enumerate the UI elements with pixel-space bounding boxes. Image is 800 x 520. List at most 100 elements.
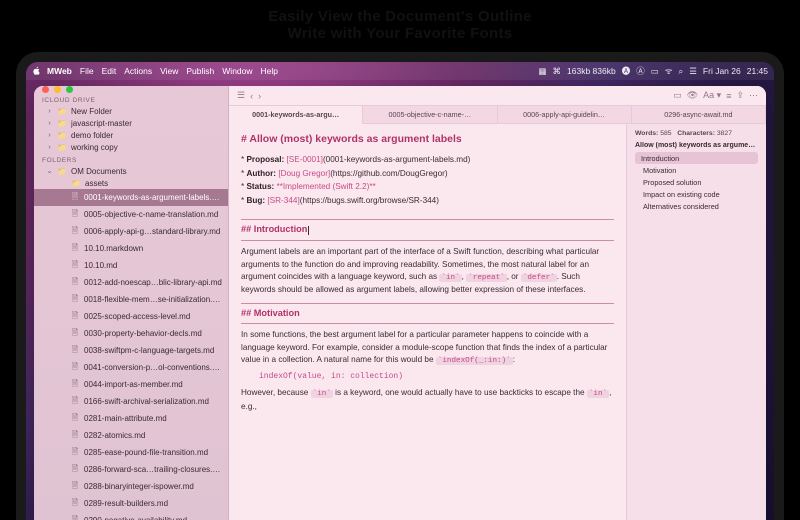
menubar-date[interactable]: Fri Jan 26 [703,66,741,76]
forward-icon[interactable]: › [258,91,261,101]
file-icon: 🗎 [70,344,80,358]
menubar-publish[interactable]: Publish [186,66,214,76]
sidebar-icloud-item[interactable]: ›📁javascript-master [34,117,228,129]
file-icon: 🗎 [70,497,80,511]
sidebar-file-item[interactable]: 🗎0288-binaryinteger-ispower.md [34,478,228,495]
menubar-stats-icon[interactable]: ▦ [538,66,546,77]
tab-bar: 0001-keywords-as-argu… 0005-objective-c-… [229,106,766,124]
doc-p1: Argument labels are an important part of… [241,246,614,296]
sidebar-file-item[interactable]: 🗎0285-ease-pound-file-transition.md [34,444,228,461]
folder-icon: 📁 [57,107,67,116]
outline-item-impact[interactable]: Impact on existing code [635,188,758,200]
outline-item-motivation[interactable]: Motivation [635,164,758,176]
doc-stats: Words: 585 Characters: 3827 [635,130,758,137]
app-window: ICLOUD DRIVE ›📁New Folder›📁javascript-ma… [34,86,766,520]
toolbar: ☰ ‹ › ▭ 👁 Aa ▾ ≡ ⇪ ⋯ [229,86,766,106]
menubar-search-icon[interactable]: ⌕ [679,66,684,77]
sidebar-file-item[interactable]: 🗎0286-forward-sca…trailing-closures.md [34,461,228,478]
sidebar-folder-assets[interactable]: 📁 assets [34,177,228,189]
outline-title: Allow (most) keywords as argume… [635,142,758,149]
sidebar-file-item[interactable]: 🗎0041-conversion-p…ol-conventions.md [34,359,228,376]
menubar-help[interactable]: Help [261,66,278,76]
file-icon: 🗎 [70,259,80,273]
sidebar-file-item[interactable]: 🗎0281-main-attribute.md [34,410,228,427]
outline-toggle-icon[interactable]: ≡ [726,91,731,101]
menubar-edit[interactable]: Edit [102,66,117,76]
menubar-view[interactable]: View [160,66,178,76]
menubar-ext-icon[interactable]: ⌘ [553,66,562,77]
file-icon: 🗎 [70,242,80,256]
file-icon: 🗎 [70,446,80,460]
sidebar-file-item[interactable]: 🗎10.10.md [34,257,228,274]
file-icon: 🗎 [70,191,80,205]
sidebar: ICLOUD DRIVE ›📁New Folder›📁javascript-ma… [34,86,229,520]
outline-item-introduction[interactable]: Introduction [635,152,758,164]
tab-0001[interactable]: 0001-keywords-as-argu… [229,106,363,124]
zoom-button[interactable] [66,86,73,93]
file-icon: 🗎 [70,293,80,307]
sidebar-file-item[interactable]: 🗎0025-scoped-access-level.md [34,308,228,325]
sidebar-file-item[interactable]: 🗎0038-swiftpm-c-language-targets.md [34,342,228,359]
sidebar-file-item[interactable]: 🗎0166-swift-archival-serialization.md [34,393,228,410]
menubar-app-name[interactable]: MWeb [47,66,72,76]
file-icon: 🗎 [70,310,80,324]
editor[interactable]: # Allow (most) keywords as argument labe… [229,124,626,520]
file-icon: 🗎 [70,463,80,477]
doc-p2: In some functions, the best argument lab… [241,329,614,367]
file-icon: 🗎 [70,429,80,443]
sidebar-file-item[interactable]: 🗎0018-flexible-mem…se-initialization.md [34,291,228,308]
sidebar-file-item[interactable]: 🗎0006-apply-api-g…standard-library.md [34,223,228,240]
menubar-time[interactable]: 21:45 [747,66,768,76]
sidebar-file-item[interactable]: 🗎0282-atomics.md [34,427,228,444]
file-icon: 🗎 [70,208,80,222]
sidebar-icloud-item[interactable]: ›📁demo folder [34,129,228,141]
sidebar-icloud-item[interactable]: ›📁New Folder [34,105,228,117]
menubar: MWeb File Edit Actions View Publish Wind… [26,62,774,80]
folder-icon: 📁 [57,119,67,128]
tab-0296[interactable]: 0296-async-await.md [632,106,766,124]
eye-icon[interactable]: 👁 [687,90,698,101]
sidebar-file-item[interactable]: 🗎0289-result-builders.md [34,495,228,512]
outline-panel: Words: 585 Characters: 3827 Allow (most)… [626,124,766,520]
menubar-control-center-icon[interactable]: ☰ [689,66,697,77]
tab-0006[interactable]: 0006-apply-api-guidelin… [498,106,632,124]
sidebar-section-folders: FOLDERS [34,153,228,165]
laptop-frame: MWeb File Edit Actions View Publish Wind… [16,52,784,520]
menubar-actions[interactable]: Actions [124,66,152,76]
tab-0005[interactable]: 0005-objective-c-name-… [363,106,497,124]
text-cursor [308,226,309,235]
menubar-input-icon[interactable]: 🅐 [622,65,631,77]
sidebar-file-item[interactable]: 🗎0290-negative-availability.md [34,512,228,520]
sidebar-file-item[interactable]: 🗎0005-objective-c-name-translation.md [34,206,228,223]
code-block-1: indexOf(value, in: collection) [241,367,614,387]
font-size-icon[interactable]: Aa ▾ [703,90,721,101]
share-icon[interactable]: ⇪ [736,90,744,101]
sidebar-file-item[interactable]: 🗎0044-import-as-member.md [34,376,228,393]
sidebar-section-icloud: ICLOUD DRIVE [34,93,228,105]
folder-icon: 📁 [71,179,81,188]
menubar-window[interactable]: Window [222,66,252,76]
menubar-file[interactable]: File [80,66,94,76]
menubar-wifi-icon[interactable]: ᯤ [665,66,673,77]
file-icon: 🗎 [70,276,80,290]
menubar-battery-icon[interactable]: ▭ [651,66,659,77]
sidebar-file-item[interactable]: 🗎0001-keywords-as-argument-labels.md [34,189,228,206]
more-icon[interactable]: ⋯ [749,90,758,101]
close-button[interactable] [42,86,49,93]
sidebar-file-item[interactable]: 🗎10.10.markdown [34,240,228,257]
apple-menu-icon[interactable] [32,66,41,77]
preview-icon[interactable]: ▭ [673,90,682,101]
sidebar-file-item[interactable]: 🗎0012-add-noescap…blic-library-api.md [34,274,228,291]
promo-title: Easily View the Document's Outline Write… [0,8,800,42]
minimize-button[interactable] [54,86,61,93]
sidebar-file-item[interactable]: 🗎0030-property-behavior-decls.md [34,325,228,342]
doc-meta: * Proposal: [SE-0001](0001-keywords-as-a… [241,154,614,208]
file-icon: 🗎 [70,378,80,392]
outline-item-proposed[interactable]: Proposed solution [635,176,758,188]
sidebar-toggle-icon[interactable]: ☰ [237,90,245,101]
sidebar-icloud-item[interactable]: ›📁working copy [34,141,228,153]
back-icon[interactable]: ‹ [250,91,253,101]
menubar-language-icon[interactable]: Ⓐ [636,65,645,77]
outline-item-alternatives[interactable]: Alternatives considered [635,200,758,212]
sidebar-folder-root[interactable]: ⌄ 📁 OM Documents [34,165,228,177]
